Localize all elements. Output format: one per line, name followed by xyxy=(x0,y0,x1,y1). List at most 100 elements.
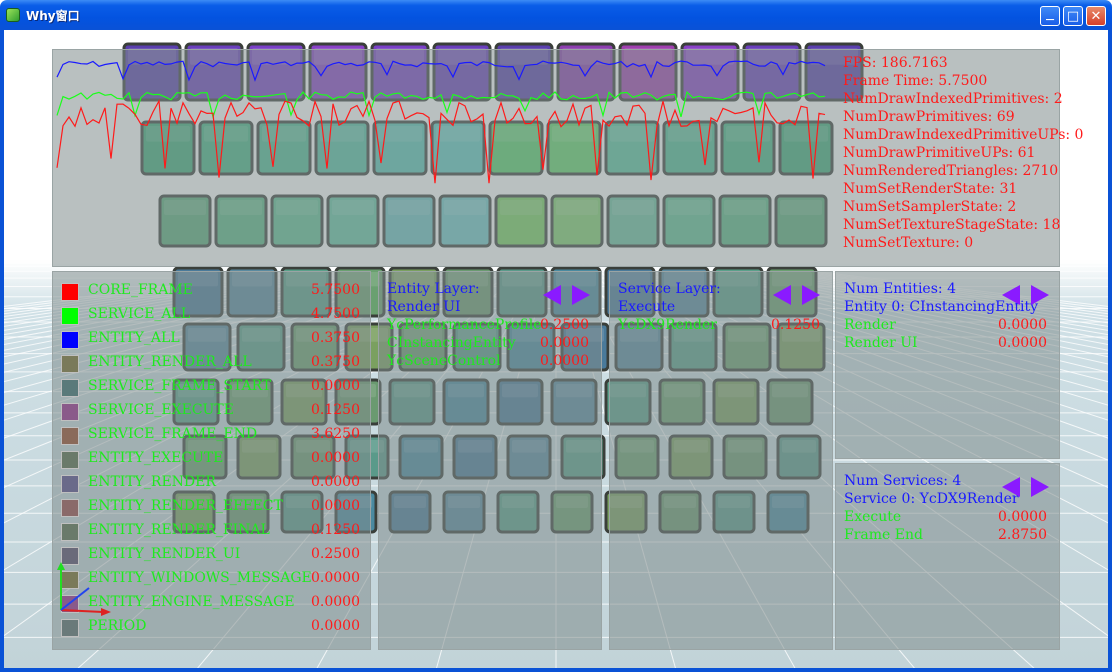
profiler-color-swatch xyxy=(61,451,79,469)
stat-line: NumDrawPrimitives: 69 xyxy=(843,109,1015,125)
frame-time-graph xyxy=(56,60,826,184)
next-layer-button[interactable] xyxy=(572,285,590,305)
stat-line: NumSetRenderState: 31 xyxy=(843,181,1018,197)
stat-line: NumDrawPrimitiveUPs: 61 xyxy=(843,145,1036,161)
profiler-value: 0.3750 xyxy=(311,330,360,346)
stat-line: NumDrawIndexedPrimitiveUPs: 0 xyxy=(843,127,1084,143)
profiler-color-swatch xyxy=(61,475,79,493)
profiler-color-swatch xyxy=(61,283,79,301)
minimize-icon: ─ xyxy=(1046,12,1054,28)
entity-layer-panel: Entity Layer: Render UI YcPerformancePro… xyxy=(378,271,602,650)
entities-panel: Num Entities: 4 Entity 0: CInstancingEnt… xyxy=(835,271,1060,459)
entities-count: Num Entities: 4 xyxy=(844,281,956,297)
profiler-label: SERVICE_EXECUTE xyxy=(88,402,234,418)
axis-gizmo xyxy=(57,562,111,616)
title-bar[interactable]: Why窗口 ─ □ ✕ xyxy=(0,0,1112,30)
stat-line: NumSetTextureStageState: 18 xyxy=(843,217,1061,233)
window-border-bottom xyxy=(0,668,1112,672)
services-count: Num Services: 4 xyxy=(844,473,962,489)
profiler-value: 4.7500 xyxy=(311,306,360,322)
profiler-label: ENTITY_RENDER_ALL xyxy=(88,354,252,370)
row-value: 0.1250 xyxy=(771,317,820,333)
profiler-color-swatch xyxy=(61,307,79,325)
profiler-label: ENTITY_ALL xyxy=(88,330,180,346)
row-label: CInstancingEntity xyxy=(387,335,516,351)
row-value: 0.0000 xyxy=(998,509,1047,525)
next-entity-button[interactable] xyxy=(1031,285,1049,305)
row-label: Render xyxy=(844,317,896,333)
prev-entity-button[interactable] xyxy=(1002,285,1020,305)
row-value: 0.0000 xyxy=(540,335,589,351)
row-value: 0.0000 xyxy=(540,353,589,369)
maximize-button[interactable]: □ xyxy=(1063,6,1083,26)
profiler-label: ENTITY_EXECUTE xyxy=(88,450,224,466)
profiler-value: 0.0000 xyxy=(311,450,360,466)
stat-line: Frame Time: 5.7500 xyxy=(843,73,988,89)
row-value: 0.0000 xyxy=(998,317,1047,333)
profiler-color-swatch xyxy=(61,379,79,397)
profiler-label: ENTITY_RENDER_UI xyxy=(88,546,241,562)
window-title: Why窗口 xyxy=(26,9,80,23)
profiler-panel: CORE_FRAME 5.7500 SERVICE_ALL 4.7500 ENTITY_… xyxy=(52,271,371,650)
services-panel: Num Services: 4 Service 0: YcDX9Render E… xyxy=(835,463,1060,650)
service-layer-panel: Service Layer: Execute YcDX9Render 0.1250 xyxy=(609,271,833,650)
profiler-color-swatch xyxy=(61,403,79,421)
profiler-color-swatch xyxy=(61,499,79,517)
profiler-value: 0.0000 xyxy=(311,570,360,586)
service-layer-title: Service Layer: xyxy=(618,281,721,297)
prev-service-layer-button[interactable] xyxy=(773,285,791,305)
profiler-value: 0.3750 xyxy=(311,354,360,370)
profiler-color-swatch xyxy=(61,523,79,541)
profiler-label: ENTITY_RENDER_FINAL xyxy=(88,522,270,538)
row-value: 2.8750 xyxy=(998,527,1047,543)
profiler-label: ENTITY_RENDER xyxy=(88,474,216,490)
stats-panel: FPS: 186.7163 Frame Time: 5.7500 NumDrawIn… xyxy=(52,49,1083,267)
row-label: Frame End xyxy=(844,527,923,543)
maximize-icon: □ xyxy=(1066,8,1080,24)
profiler-label: CORE_FRAME xyxy=(88,282,193,298)
app-icon xyxy=(6,8,20,22)
close-button[interactable]: ✕ xyxy=(1086,6,1106,26)
profiler-value: 0.2500 xyxy=(311,546,360,562)
profiler-value: 0.0000 xyxy=(311,618,360,634)
entity-layer-title: Entity Layer: xyxy=(387,281,480,297)
row-label: Render UI xyxy=(844,335,918,351)
profiler-value: 0.1250 xyxy=(311,402,360,418)
profiler-color-swatch xyxy=(61,331,79,349)
prev-layer-button[interactable] xyxy=(543,285,561,305)
profiler-label: SERVICE_ALL xyxy=(88,306,191,322)
stat-line: NumDrawIndexedPrimitives: 2 xyxy=(843,91,1063,107)
profiler-label: SERVICE_FRAME_START xyxy=(88,378,272,394)
row-label: YcDX9Render xyxy=(618,317,717,333)
row-value: 0.0000 xyxy=(998,335,1047,351)
minimize-button[interactable]: ─ xyxy=(1040,6,1060,28)
profiler-color-swatch xyxy=(61,427,79,445)
profiler-value: 5.7500 xyxy=(311,282,360,298)
profiler-value: 0.1250 xyxy=(311,522,360,538)
render-viewport[interactable]: FPS: 186.7163 Frame Time: 5.7500 NumDrawIn… xyxy=(4,30,1108,668)
next-service-layer-button[interactable] xyxy=(802,285,820,305)
stat-line: NumRenderedTriangles: 2710 xyxy=(843,163,1059,179)
service-layer-subtitle: Execute xyxy=(618,299,676,315)
profiler-value: 3.6250 xyxy=(311,426,360,442)
profiler-color-swatch xyxy=(61,355,79,373)
stat-line: NumSetTexture: 0 xyxy=(843,235,974,251)
window-border-right xyxy=(1108,30,1112,672)
stat-line: NumSetSamplerState: 2 xyxy=(843,199,1017,215)
profiler-value: 0.0000 xyxy=(311,594,360,610)
row-label: YcPerformanceProfile xyxy=(387,317,542,333)
stat-line: FPS: 186.7163 xyxy=(843,55,948,71)
row-label: Execute xyxy=(844,509,902,525)
profiler-value: 0.0000 xyxy=(311,378,360,394)
profiler-label: ENTITY_RENDER_EFFECT xyxy=(88,498,283,514)
next-service-button[interactable] xyxy=(1031,477,1049,497)
row-value: 0.2500 xyxy=(540,317,589,333)
entity-layer-subtitle: Render UI xyxy=(387,299,461,315)
service-name: Service 0: YcDX9Render xyxy=(844,491,1019,507)
close-icon: ✕ xyxy=(1090,8,1102,24)
row-label: YcSceneControl xyxy=(387,353,501,369)
profiler-label: SERVICE_FRAME_END xyxy=(88,426,258,442)
prev-service-button[interactable] xyxy=(1002,477,1020,497)
profiler-value: 0.0000 xyxy=(311,498,360,514)
profiler-value: 0.0000 xyxy=(311,474,360,490)
